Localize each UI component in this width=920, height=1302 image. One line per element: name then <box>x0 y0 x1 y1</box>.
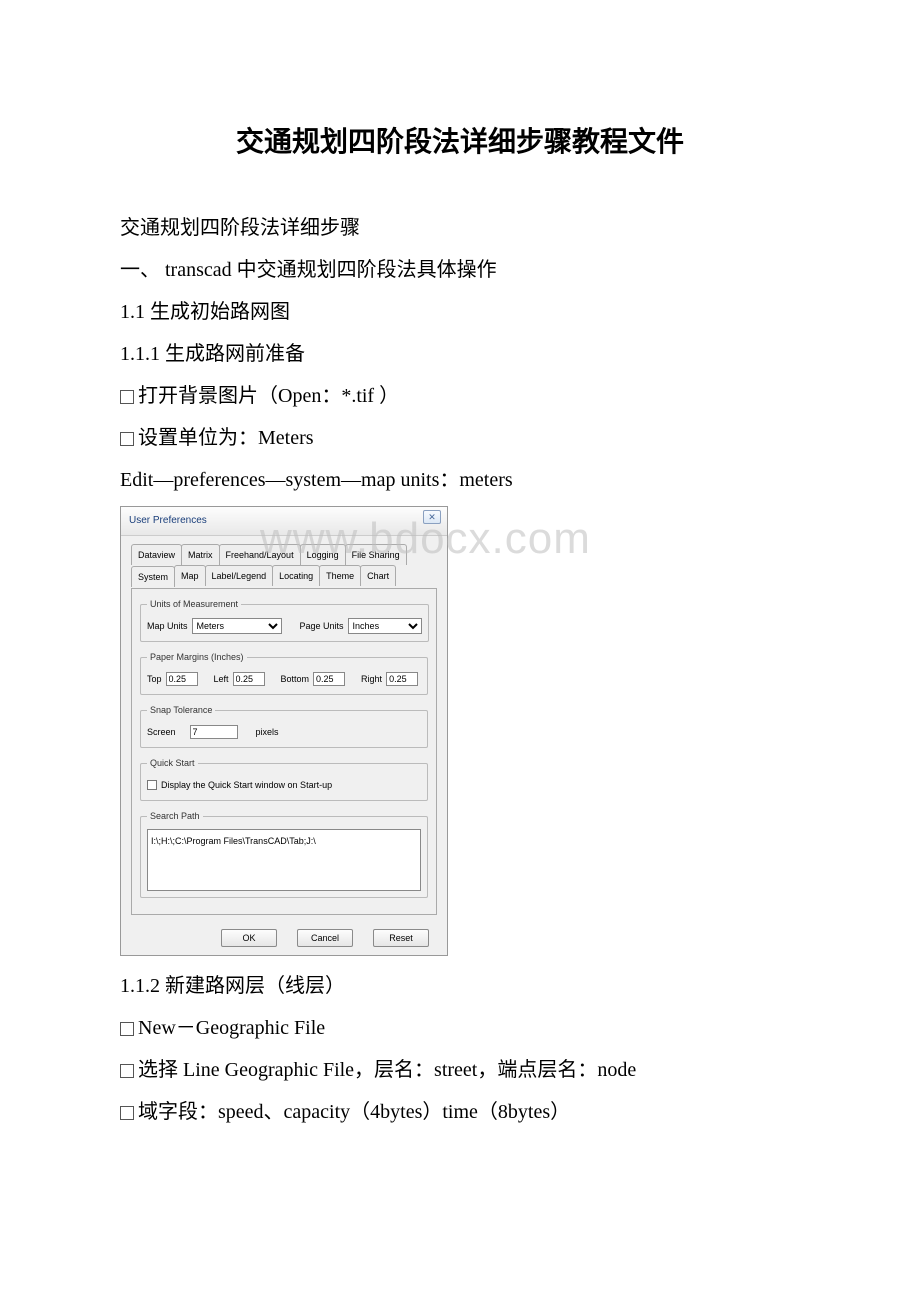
para-1-1-2: 1.1.2 新建路网层（线层） <box>120 966 800 1006</box>
para-open-bg: 打开背景图片（Open：*.tif ） <box>120 376 800 416</box>
para-fields: 域字段：speed、capacity（4bytes）time（8bytes） <box>120 1092 800 1132</box>
dialog-titlebar: User Preferences ✕ <box>121 507 447 536</box>
checkbox-glyph <box>120 1064 134 1078</box>
dialog-title: User Preferences <box>129 515 207 526</box>
para-fields-text: 域字段：speed、capacity（4bytes）time（8bytes） <box>138 1101 570 1123</box>
group-margins-legend: Paper Margins (Inches) <box>147 648 247 666</box>
tab-filesharing[interactable]: File Sharing <box>345 544 407 565</box>
tab-dataview[interactable]: Dataview <box>131 544 182 565</box>
snap-screen-label: Screen <box>147 723 176 741</box>
para-subtitle: 交通规划四阶段法详细步骤 <box>120 208 800 248</box>
tab-system[interactable]: System <box>131 566 175 587</box>
map-units-label: Map Units <box>147 617 188 635</box>
group-units: Units of Measurement Map Units Meters Pa… <box>140 595 429 642</box>
para-1-1-1: 1.1.1 生成路网前准备 <box>120 334 800 374</box>
dialog-button-row: OK Cancel Reset <box>121 923 447 955</box>
map-units-select[interactable]: Meters <box>192 618 282 634</box>
para-1-1: 1.1 生成初始路网图 <box>120 292 800 332</box>
quickstart-text: Display the Quick Start window on Start-… <box>161 776 332 794</box>
para-set-units-text: 设置单位为：Meters <box>138 427 314 449</box>
document-body: 交通规划四阶段法详细步骤 一、 transcad 中交通规划四阶段法具体操作 1… <box>120 208 800 1132</box>
margin-right-label: Right <box>361 670 382 688</box>
para-new-geo-text: New－Geographic File <box>138 1017 325 1039</box>
group-quickstart: Quick Start Display the Quick Start wind… <box>140 754 428 801</box>
para-section-1: 一、 transcad 中交通规划四阶段法具体操作 <box>120 250 800 290</box>
page-units-select[interactable]: Inches <box>348 618 422 634</box>
group-margins: Paper Margins (Inches) Top Left Bottom R… <box>140 648 428 695</box>
margin-top-label: Top <box>147 670 162 688</box>
tab-theme[interactable]: Theme <box>319 565 361 586</box>
checkbox-glyph <box>120 432 134 446</box>
searchpath-textarea[interactable]: I:\;H:\;C:\Program Files\TransCAD\Tab;J:… <box>147 829 421 891</box>
tab-chart[interactable]: Chart <box>360 565 396 586</box>
margin-bottom-label: Bottom <box>281 670 310 688</box>
margin-top-input[interactable] <box>166 672 198 686</box>
checkbox-glyph <box>120 1106 134 1120</box>
snap-screen-input[interactable] <box>190 725 238 739</box>
tab-locating[interactable]: Locating <box>272 565 320 586</box>
group-units-legend: Units of Measurement <box>147 595 241 613</box>
margin-bottom-input[interactable] <box>313 672 345 686</box>
group-searchpath: Search Path I:\;H:\;C:\Program Files\Tra… <box>140 807 428 898</box>
group-searchpath-legend: Search Path <box>147 807 203 825</box>
reset-button[interactable]: Reset <box>373 929 429 947</box>
para-set-units: 设置单位为：Meters <box>120 418 800 458</box>
quickstart-checkbox[interactable] <box>147 780 157 790</box>
tab-matrix[interactable]: Matrix <box>181 544 220 565</box>
tab-strip: Dataview Matrix Freehand/Layout Logging … <box>131 544 437 586</box>
close-icon[interactable]: ✕ <box>423 510 441 524</box>
page-title: 交通规划四阶段法详细步骤教程文件 <box>120 120 800 160</box>
para-new-geo: New－Geographic File <box>120 1008 800 1048</box>
checkbox-glyph <box>120 1022 134 1036</box>
para-edit-pref: Edit—preferences—system—map units：meters <box>120 460 800 500</box>
tab-logging[interactable]: Logging <box>300 544 346 565</box>
group-quickstart-legend: Quick Start <box>147 754 198 772</box>
group-snap-legend: Snap Tolerance <box>147 701 215 719</box>
user-preferences-dialog: User Preferences ✕ Dataview Matrix Freeh… <box>120 506 448 956</box>
checkbox-glyph <box>120 390 134 404</box>
margin-right-input[interactable] <box>386 672 418 686</box>
page-units-label: Page Units <box>300 617 344 635</box>
margin-left-input[interactable] <box>233 672 265 686</box>
para-line-geo-text: 选择 Line Geographic File，层名：street，端点层名：n… <box>138 1059 636 1081</box>
para-line-geo: 选择 Line Geographic File，层名：street，端点层名：n… <box>120 1050 800 1090</box>
tab-freehand[interactable]: Freehand/Layout <box>219 544 301 565</box>
margin-left-label: Left <box>214 670 229 688</box>
para-open-bg-text: 打开背景图片（Open：*.tif ） <box>138 385 399 407</box>
tab-label[interactable]: Label/Legend <box>205 565 274 586</box>
cancel-button[interactable]: Cancel <box>297 929 353 947</box>
tab-panel-system: Units of Measurement Map Units Meters Pa… <box>131 588 437 915</box>
snap-pixels-label: pixels <box>256 723 279 741</box>
group-snap: Snap Tolerance Screen pixels <box>140 701 428 748</box>
tab-map[interactable]: Map <box>174 565 206 586</box>
ok-button[interactable]: OK <box>221 929 277 947</box>
